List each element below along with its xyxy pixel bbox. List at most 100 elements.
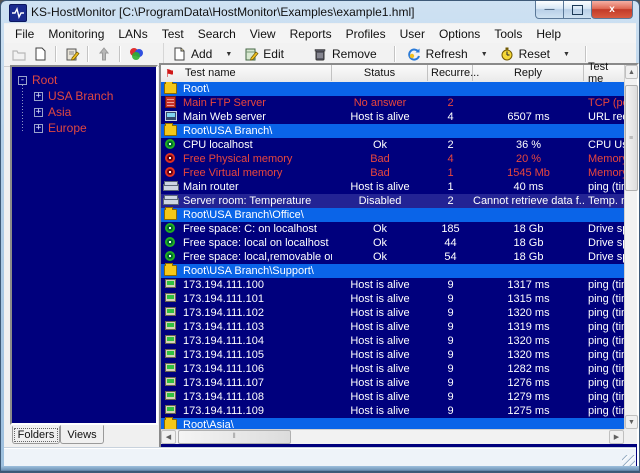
menu-reports[interactable]: Reports bbox=[283, 25, 339, 43]
test-row[interactable]: 173.194.111.101Host is alive91315 msping… bbox=[161, 292, 624, 306]
test-row[interactable]: Server room: TemperatureDisabled2Cannot … bbox=[161, 194, 624, 208]
test-row[interactable]: 173.194.111.107Host is alive91276 msping… bbox=[161, 376, 624, 390]
menu-view[interactable]: View bbox=[243, 25, 283, 43]
test-row[interactable]: Main routerHost is alive140 msping (tim bbox=[161, 180, 624, 194]
menu-help[interactable]: Help bbox=[529, 25, 568, 43]
tree-node-europe[interactable]: + Europe bbox=[34, 120, 87, 136]
test-row[interactable]: 173.194.111.100Host is alive91317 msping… bbox=[161, 278, 624, 292]
cell-status: Ok bbox=[332, 236, 428, 250]
maximize-button[interactable] bbox=[564, 1, 591, 19]
cell-status: Host is alive bbox=[332, 292, 428, 306]
cell-status: Host is alive bbox=[332, 390, 428, 404]
test-row[interactable]: Main Web serverHost is alive46507 msURL … bbox=[161, 110, 624, 124]
new-file-icon[interactable] bbox=[32, 46, 48, 62]
horizontal-scroll-thumb[interactable]: ⦀ bbox=[178, 430, 291, 444]
expand-icon[interactable]: + bbox=[34, 124, 43, 133]
cell-reply: 1315 ms bbox=[473, 292, 584, 306]
scroll-up-icon[interactable]: ▲ bbox=[625, 65, 638, 79]
group-row[interactable]: Root\USA Branch\Support\ bbox=[161, 264, 624, 278]
column-test-method[interactable]: Test me bbox=[584, 65, 624, 81]
upload-icon[interactable] bbox=[96, 46, 112, 62]
cell-test-name: Free Virtual memory bbox=[183, 166, 332, 180]
column-status[interactable]: Status bbox=[332, 65, 428, 81]
remove-label: Remove bbox=[332, 47, 377, 61]
column-recurrences[interactable]: Recurre... bbox=[428, 65, 473, 81]
test-row[interactable]: Free space: local on localhostOk4418 GbD… bbox=[161, 236, 624, 250]
tree-node-usa-branch[interactable]: + USA Branch bbox=[34, 88, 113, 104]
close-button[interactable]: x bbox=[591, 1, 633, 19]
cell-test-method: Memory bbox=[588, 152, 624, 166]
tree-label[interactable]: Asia bbox=[48, 105, 71, 119]
test-row[interactable]: Free space: C: on localhostOk18518 GbDri… bbox=[161, 222, 624, 236]
menu-tools[interactable]: Tools bbox=[487, 25, 529, 43]
minimize-button[interactable]: — bbox=[535, 1, 564, 19]
scroll-down-icon[interactable]: ▼ bbox=[625, 415, 638, 429]
menu-options[interactable]: Options bbox=[432, 25, 487, 43]
add-dropdown-icon[interactable]: ▼ bbox=[225, 51, 232, 58]
cell-test-name: 173.194.111.100 bbox=[183, 278, 332, 292]
tree-label[interactable]: Root bbox=[32, 73, 57, 87]
tab-folders[interactable]: Folders bbox=[12, 426, 60, 444]
test-row[interactable]: 173.194.111.102Host is alive91320 msping… bbox=[161, 306, 624, 320]
menu-lans[interactable]: LANs bbox=[111, 25, 154, 43]
column-reply[interactable]: Reply bbox=[473, 65, 584, 81]
refresh-button[interactable]: Refresh bbox=[403, 45, 471, 63]
expand-icon[interactable]: + bbox=[34, 108, 43, 117]
menu-file[interactable]: File bbox=[8, 25, 41, 43]
group-row[interactable]: Root\USA Branch\Office\ bbox=[161, 208, 624, 222]
tab-views[interactable]: Views bbox=[60, 425, 104, 444]
group-row[interactable]: Root\Asia\ bbox=[161, 418, 624, 429]
cell-recurrences: 185 bbox=[428, 222, 473, 236]
cell-test-method: ping (tim bbox=[588, 404, 624, 418]
test-row[interactable]: Main FTP ServerNo answer2TCP (po bbox=[161, 96, 624, 110]
test-row[interactable]: Free Physical memoryBad420 %Memory bbox=[161, 152, 624, 166]
menu-monitoring[interactable]: Monitoring bbox=[41, 25, 111, 43]
test-row[interactable]: Free Virtual memoryBad11545 MbMemory bbox=[161, 166, 624, 180]
menu-test[interactable]: Test bbox=[155, 25, 191, 43]
edit-file-icon[interactable] bbox=[64, 46, 80, 62]
add-icon bbox=[171, 46, 187, 62]
group-path: Root\USA Branch\Office\ bbox=[183, 208, 304, 222]
vertical-scroll-thumb[interactable]: ≡ bbox=[625, 85, 638, 191]
group-row[interactable]: Root\ bbox=[161, 82, 624, 96]
menu-profiles[interactable]: Profiles bbox=[339, 25, 393, 43]
tree-label[interactable]: Europe bbox=[48, 121, 87, 135]
menu-search[interactable]: Search bbox=[191, 25, 243, 43]
group-row[interactable]: Root\USA Branch\ bbox=[161, 124, 624, 138]
vertical-scrollbar[interactable]: ▲ ≡ ▼ bbox=[624, 65, 637, 429]
title-bar[interactable]: KS-HostMonitor [C:\ProgramData\HostMonit… bbox=[1, 1, 639, 23]
test-row[interactable]: Free space: local,removable on loc...Ok5… bbox=[161, 250, 624, 264]
cell-test-name: Free Physical memory bbox=[183, 152, 332, 166]
edit-button[interactable]: Edit bbox=[240, 45, 287, 63]
cell-test-method: ping (tim bbox=[588, 376, 624, 390]
test-row[interactable]: 173.194.111.103Host is alive91319 msping… bbox=[161, 320, 624, 334]
cell-status: Host is alive bbox=[332, 362, 428, 376]
reset-dropdown-icon[interactable]: ▼ bbox=[563, 51, 570, 58]
new-folder-icon[interactable] bbox=[11, 46, 27, 62]
cell-test-method: CPU Us bbox=[588, 138, 624, 152]
column-headers: ⚑ Test name Status Recurre... Reply Test… bbox=[161, 65, 624, 83]
menu-user[interactable]: User bbox=[393, 25, 432, 43]
test-row[interactable]: 173.194.111.109Host is alive91275 msping… bbox=[161, 404, 624, 418]
test-row[interactable]: CPU localhostOk236 %CPU Us bbox=[161, 138, 624, 152]
column-test-name[interactable]: ⚑ Test name bbox=[161, 65, 332, 81]
cell-test-name: 173.194.111.106 bbox=[183, 362, 332, 376]
add-button[interactable]: Add bbox=[168, 45, 215, 63]
gauge-green-icon bbox=[165, 223, 175, 233]
test-row[interactable]: 173.194.111.108Host is alive91279 msping… bbox=[161, 390, 624, 404]
test-row[interactable]: 173.194.111.105Host is alive91320 msping… bbox=[161, 348, 624, 362]
palette-icon[interactable] bbox=[128, 46, 144, 62]
scroll-left-icon[interactable]: ◀ bbox=[161, 430, 176, 444]
refresh-dropdown-icon[interactable]: ▼ bbox=[481, 51, 488, 58]
tree-node-root[interactable]: - Root bbox=[18, 72, 57, 88]
reset-button[interactable]: Reset bbox=[496, 45, 553, 63]
scroll-right-icon[interactable]: ▶ bbox=[609, 430, 624, 444]
test-row[interactable]: 173.194.111.106Host is alive91282 msping… bbox=[161, 362, 624, 376]
remove-button[interactable]: Remove bbox=[309, 45, 380, 63]
collapse-icon[interactable]: - bbox=[18, 76, 27, 85]
tree-node-asia[interactable]: + Asia bbox=[34, 104, 71, 120]
horizontal-scrollbar[interactable]: ◀ ⦀ ▶ bbox=[161, 429, 624, 444]
tree-label[interactable]: USA Branch bbox=[48, 89, 113, 103]
test-row[interactable]: 173.194.111.104Host is alive91320 msping… bbox=[161, 334, 624, 348]
expand-icon[interactable]: + bbox=[34, 92, 43, 101]
